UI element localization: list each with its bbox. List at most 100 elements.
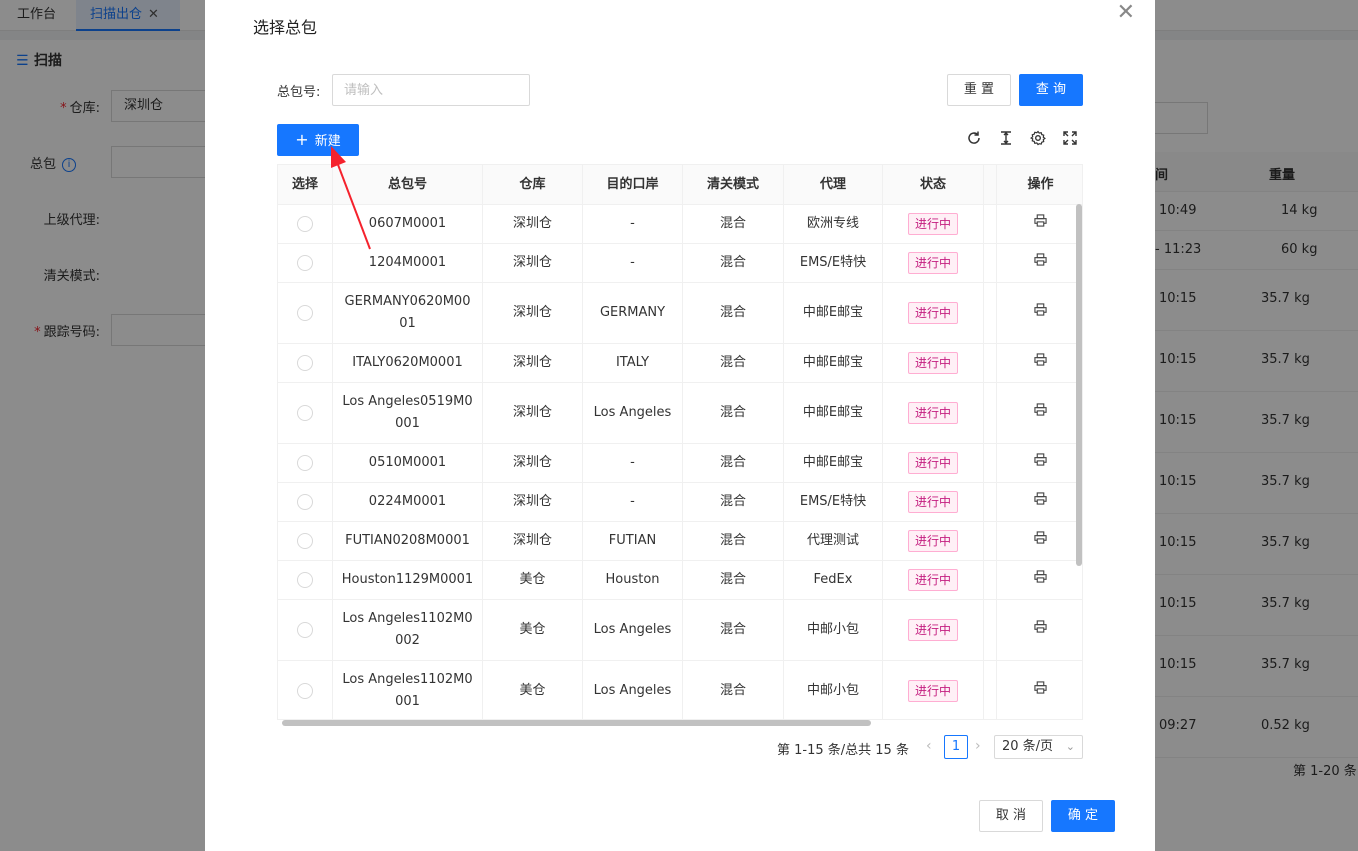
status-cell: 进行中 [883, 600, 984, 660]
package-no-cell: Los Angeles1102M0002 [333, 600, 483, 660]
action-cell [997, 522, 1082, 560]
fullscreen-icon[interactable] [1061, 130, 1079, 148]
printer-icon[interactable] [1034, 402, 1047, 424]
status-cell: 进行中 [883, 661, 984, 719]
chevron-right-icon[interactable]: › [975, 738, 981, 754]
row-radio[interactable] [297, 355, 313, 371]
row-radio[interactable] [297, 305, 313, 321]
clearance-cell: 混合 [683, 444, 784, 482]
package-table: 选择 总包号 仓库 目的口岸 清关模式 代理 状态 操作 0607M0001 深圳… [277, 164, 1083, 720]
horizontal-scrollbar[interactable] [282, 720, 871, 726]
spacer-cell [984, 522, 997, 560]
action-cell [997, 383, 1082, 443]
action-cell [997, 444, 1082, 482]
warehouse-cell: 深圳仓 [483, 244, 583, 282]
status-badge: 进行中 [907, 213, 958, 235]
status-badge: 进行中 [907, 530, 958, 552]
printer-icon[interactable] [1034, 302, 1047, 324]
select-cell [278, 661, 333, 719]
clearance-cell: 混合 [683, 383, 784, 443]
package-no-cell: FUTIAN0208M0001 [333, 522, 483, 560]
setting-icon[interactable] [1029, 130, 1047, 148]
search-button[interactable]: 查 询 [1019, 74, 1083, 106]
table-row[interactable]: Los Angeles1102M0002 美仓 Los Angeles 混合 中邮小包 进… [278, 600, 1082, 661]
refresh-icon[interactable] [965, 130, 983, 148]
printer-icon[interactable] [1034, 680, 1047, 702]
cancel-button[interactable]: 取 消 [979, 800, 1043, 832]
printer-icon[interactable] [1034, 252, 1047, 274]
printer-icon[interactable] [1034, 619, 1047, 641]
action-cell [997, 600, 1082, 660]
select-cell [278, 483, 333, 521]
page-item[interactable]: 1 [944, 735, 968, 759]
row-radio[interactable] [297, 216, 313, 232]
printer-icon[interactable] [1034, 352, 1047, 374]
clearance-cell: 混合 [683, 205, 784, 243]
destination-cell: Houston [583, 561, 683, 599]
row-radio[interactable] [297, 533, 313, 549]
printer-icon[interactable] [1034, 213, 1047, 235]
confirm-button[interactable]: 确 定 [1051, 800, 1115, 832]
printer-icon[interactable] [1034, 452, 1047, 474]
new-button[interactable]: + 新建 [277, 124, 359, 156]
col-package-no: 总包号 [333, 165, 483, 205]
table-row[interactable]: 1204M0001 深圳仓 - 混合 EMS/E特快 进行中 [278, 244, 1082, 283]
spacer-cell [984, 483, 997, 521]
col-clearance: 清关模式 [683, 165, 784, 205]
row-radio[interactable] [297, 622, 313, 638]
table-row[interactable]: 0607M0001 深圳仓 - 混合 欧洲专线 进行中 [278, 205, 1082, 244]
clearance-cell: 混合 [683, 600, 784, 660]
table-row[interactable]: ITALY0620M0001 深圳仓 ITALY 混合 中邮E邮宝 进行中 [278, 344, 1082, 383]
row-radio[interactable] [297, 494, 313, 510]
destination-cell: - [583, 205, 683, 243]
package-no-input[interactable] [332, 74, 530, 106]
column-height-icon[interactable] [997, 130, 1015, 148]
select-cell [278, 283, 333, 343]
table-row[interactable]: FUTIAN0208M0001 深圳仓 FUTIAN 混合 代理测试 进行中 [278, 522, 1082, 561]
row-radio[interactable] [297, 572, 313, 588]
spacer-cell [984, 600, 997, 660]
select-cell [278, 522, 333, 560]
spacer-cell [984, 444, 997, 482]
col-agent: 代理 [784, 165, 883, 205]
status-badge: 进行中 [907, 352, 958, 374]
package-no-cell: GERMANY0620M0001 [333, 283, 483, 343]
modal-title: 选择总包 [253, 18, 318, 37]
destination-cell: FUTIAN [583, 522, 683, 560]
warehouse-cell: 深圳仓 [483, 344, 583, 382]
chevron-down-icon: ⌄ [1065, 740, 1075, 753]
destination-cell: - [583, 483, 683, 521]
printer-icon[interactable] [1034, 530, 1047, 552]
agent-cell: EMS/E特快 [784, 483, 883, 521]
select-cell [278, 344, 333, 382]
col-warehouse: 仓库 [483, 165, 583, 205]
table-row[interactable]: Los Angeles0519M0001 深圳仓 Los Angeles 混合 中邮E邮… [278, 383, 1082, 444]
status-cell: 进行中 [883, 522, 984, 560]
printer-icon[interactable] [1034, 569, 1047, 591]
action-cell [997, 244, 1082, 282]
select-cell [278, 600, 333, 660]
table-row[interactable]: Houston1129M0001 美仓 Houston 混合 FedEx 进行中 [278, 561, 1082, 600]
table-row[interactable]: Los Angeles1102M0001 美仓 Los Angeles 混合 中邮小包 进… [278, 661, 1082, 719]
row-radio[interactable] [297, 455, 313, 471]
agent-cell: 代理测试 [784, 522, 883, 560]
status-cell: 进行中 [883, 205, 984, 243]
table-row[interactable]: 0224M0001 深圳仓 - 混合 EMS/E特快 进行中 [278, 483, 1082, 522]
page-size-select[interactable]: 20 条/页 ⌄ [994, 735, 1083, 759]
chevron-left-icon[interactable]: ‹ [926, 738, 932, 754]
pagination-total: 第 1-15 条/总共 15 条 [777, 743, 909, 758]
destination-cell: ITALY [583, 344, 683, 382]
select-cell [278, 561, 333, 599]
close-icon[interactable]: ✕ [1117, 0, 1135, 25]
table-row[interactable]: 0510M0001 深圳仓 - 混合 中邮E邮宝 进行中 [278, 444, 1082, 483]
vertical-scrollbar[interactable] [1076, 204, 1082, 566]
status-cell: 进行中 [883, 483, 984, 521]
printer-icon[interactable] [1034, 491, 1047, 513]
row-radio[interactable] [297, 683, 313, 699]
row-radio[interactable] [297, 255, 313, 271]
select-package-modal: 选择总包 ✕ 总包号: 重 置 查 询 + 新建 选择 总包号 仓库 目的口岸 清… [205, 0, 1155, 851]
table-row[interactable]: GERMANY0620M0001 深圳仓 GERMANY 混合 中邮E邮宝 进行中 [278, 283, 1082, 344]
agent-cell: 中邮E邮宝 [784, 344, 883, 382]
reset-button[interactable]: 重 置 [947, 74, 1011, 106]
row-radio[interactable] [297, 405, 313, 421]
